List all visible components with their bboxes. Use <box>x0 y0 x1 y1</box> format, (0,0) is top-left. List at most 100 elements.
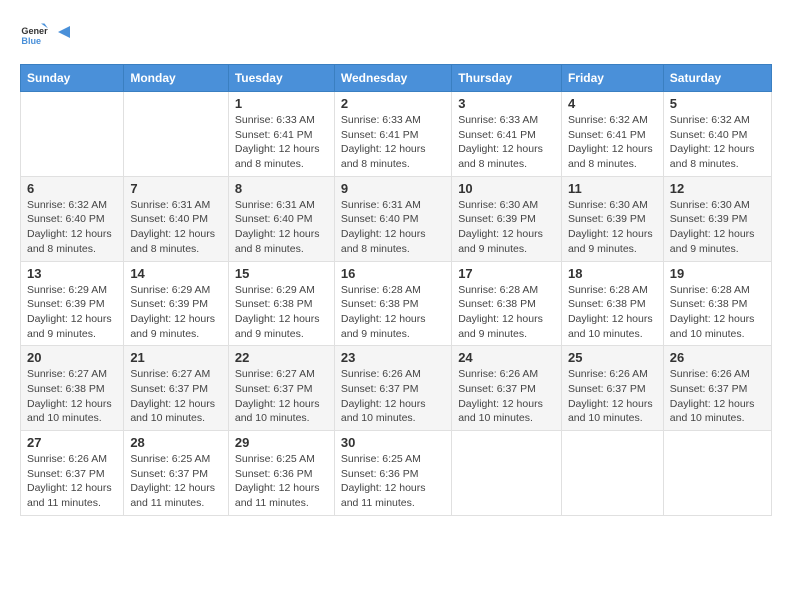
svg-text:General: General <box>21 26 48 36</box>
column-header-monday: Monday <box>124 65 229 92</box>
calendar-cell: 12 Sunrise: 6:30 AM Sunset: 6:39 PM Dayli… <box>663 176 771 261</box>
day-info: Sunrise: 6:31 AM Sunset: 6:40 PM Dayligh… <box>130 198 222 257</box>
day-info: Sunrise: 6:26 AM Sunset: 6:37 PM Dayligh… <box>670 367 765 426</box>
calendar-cell: 18 Sunrise: 6:28 AM Sunset: 6:38 PM Dayli… <box>561 261 663 346</box>
day-number: 16 <box>341 266 445 281</box>
day-number: 12 <box>670 181 765 196</box>
calendar-cell: 28 Sunrise: 6:25 AM Sunset: 6:37 PM Dayli… <box>124 431 229 516</box>
column-header-tuesday: Tuesday <box>228 65 334 92</box>
day-info: Sunrise: 6:33 AM Sunset: 6:41 PM Dayligh… <box>341 113 445 172</box>
calendar-week-row: 6 Sunrise: 6:32 AM Sunset: 6:40 PM Daylig… <box>21 176 772 261</box>
day-number: 3 <box>458 96 555 111</box>
day-info: Sunrise: 6:29 AM Sunset: 6:38 PM Dayligh… <box>235 283 328 342</box>
day-number: 17 <box>458 266 555 281</box>
day-number: 27 <box>27 435 117 450</box>
day-number: 26 <box>670 350 765 365</box>
calendar-week-row: 1Sunrise: 6:33 AM Sunset: 6:41 PM Daylig… <box>21 92 772 177</box>
calendar-cell: 26 Sunrise: 6:26 AM Sunset: 6:37 PM Dayli… <box>663 346 771 431</box>
day-info: Sunrise: 6:26 AM Sunset: 6:37 PM Dayligh… <box>341 367 445 426</box>
day-number: 24 <box>458 350 555 365</box>
column-header-thursday: Thursday <box>452 65 562 92</box>
day-info: Sunrise: 6:28 AM Sunset: 6:38 PM Dayligh… <box>341 283 445 342</box>
day-number: 8 <box>235 181 328 196</box>
day-number: 5 <box>670 96 765 111</box>
day-number: 13 <box>27 266 117 281</box>
day-number: 28 <box>130 435 222 450</box>
column-header-saturday: Saturday <box>663 65 771 92</box>
day-info: Sunrise: 6:26 AM Sunset: 6:37 PM Dayligh… <box>568 367 657 426</box>
day-info: Sunrise: 6:30 AM Sunset: 6:39 PM Dayligh… <box>568 198 657 257</box>
calendar-cell: 4 Sunrise: 6:32 AM Sunset: 6:41 PM Daylig… <box>561 92 663 177</box>
calendar-cell: 23 Sunrise: 6:26 AM Sunset: 6:37 PM Dayli… <box>334 346 451 431</box>
calendar-cell <box>561 431 663 516</box>
day-info: Sunrise: 6:28 AM Sunset: 6:38 PM Dayligh… <box>568 283 657 342</box>
column-header-friday: Friday <box>561 65 663 92</box>
day-info: Sunrise: 6:32 AM Sunset: 6:41 PM Dayligh… <box>568 113 657 172</box>
calendar-cell: 30Sunrise: 6:25 AM Sunset: 6:36 PM Dayli… <box>334 431 451 516</box>
day-info: Sunrise: 6:30 AM Sunset: 6:39 PM Dayligh… <box>670 198 765 257</box>
column-header-sunday: Sunday <box>21 65 124 92</box>
calendar-cell: 16 Sunrise: 6:28 AM Sunset: 6:38 PM Dayli… <box>334 261 451 346</box>
calendar-cell: 24 Sunrise: 6:26 AM Sunset: 6:37 PM Dayli… <box>452 346 562 431</box>
day-number: 22 <box>235 350 328 365</box>
day-info: Sunrise: 6:29 AM Sunset: 6:39 PM Dayligh… <box>130 283 222 342</box>
calendar-cell: 2 Sunrise: 6:33 AM Sunset: 6:41 PM Daylig… <box>334 92 451 177</box>
calendar-cell: 10 Sunrise: 6:30 AM Sunset: 6:39 PM Dayli… <box>452 176 562 261</box>
day-info: Sunrise: 6:29 AM Sunset: 6:39 PM Dayligh… <box>27 283 117 342</box>
calendar-cell: 9 Sunrise: 6:31 AM Sunset: 6:40 PM Daylig… <box>334 176 451 261</box>
calendar-cell: 11 Sunrise: 6:30 AM Sunset: 6:39 PM Dayli… <box>561 176 663 261</box>
calendar-cell: 5 Sunrise: 6:32 AM Sunset: 6:40 PM Daylig… <box>663 92 771 177</box>
calendar-cell: 15Sunrise: 6:29 AM Sunset: 6:38 PM Dayli… <box>228 261 334 346</box>
calendar-cell <box>452 431 562 516</box>
calendar-cell <box>21 92 124 177</box>
day-info: Sunrise: 6:32 AM Sunset: 6:40 PM Dayligh… <box>670 113 765 172</box>
day-number: 19 <box>670 266 765 281</box>
calendar-cell: 14Sunrise: 6:29 AM Sunset: 6:39 PM Dayli… <box>124 261 229 346</box>
day-info: Sunrise: 6:25 AM Sunset: 6:36 PM Dayligh… <box>235 452 328 511</box>
logo: General Blue <box>20 20 72 48</box>
day-number: 11 <box>568 181 657 196</box>
day-info: Sunrise: 6:27 AM Sunset: 6:37 PM Dayligh… <box>130 367 222 426</box>
calendar-cell <box>663 431 771 516</box>
calendar-cell: 29 Sunrise: 6:25 AM Sunset: 6:36 PM Dayli… <box>228 431 334 516</box>
day-info: Sunrise: 6:27 AM Sunset: 6:38 PM Dayligh… <box>27 367 117 426</box>
calendar-cell: 19 Sunrise: 6:28 AM Sunset: 6:38 PM Dayli… <box>663 261 771 346</box>
day-info: Sunrise: 6:32 AM Sunset: 6:40 PM Dayligh… <box>27 198 117 257</box>
day-number: 4 <box>568 96 657 111</box>
day-number: 23 <box>341 350 445 365</box>
calendar-week-row: 20Sunrise: 6:27 AM Sunset: 6:38 PM Dayli… <box>21 346 772 431</box>
day-info: Sunrise: 6:30 AM Sunset: 6:39 PM Dayligh… <box>458 198 555 257</box>
calendar-header-row: SundayMondayTuesdayWednesdayThursdayFrid… <box>21 65 772 92</box>
day-info: Sunrise: 6:31 AM Sunset: 6:40 PM Dayligh… <box>341 198 445 257</box>
day-info: Sunrise: 6:28 AM Sunset: 6:38 PM Dayligh… <box>670 283 765 342</box>
logo-icon: General Blue <box>20 20 48 48</box>
day-number: 6 <box>27 181 117 196</box>
calendar-cell: 17 Sunrise: 6:28 AM Sunset: 6:38 PM Dayli… <box>452 261 562 346</box>
day-number: 21 <box>130 350 222 365</box>
calendar-cell: 13 Sunrise: 6:29 AM Sunset: 6:39 PM Dayli… <box>21 261 124 346</box>
calendar-cell: 7 Sunrise: 6:31 AM Sunset: 6:40 PM Daylig… <box>124 176 229 261</box>
day-number: 7 <box>130 181 222 196</box>
day-number: 10 <box>458 181 555 196</box>
day-number: 2 <box>341 96 445 111</box>
day-info: Sunrise: 6:31 AM Sunset: 6:40 PM Dayligh… <box>235 198 328 257</box>
day-number: 9 <box>341 181 445 196</box>
day-info: Sunrise: 6:33 AM Sunset: 6:41 PM Dayligh… <box>458 113 555 172</box>
day-info: Sunrise: 6:25 AM Sunset: 6:37 PM Dayligh… <box>130 452 222 511</box>
calendar-cell: 6 Sunrise: 6:32 AM Sunset: 6:40 PM Daylig… <box>21 176 124 261</box>
day-info: Sunrise: 6:25 AM Sunset: 6:36 PM Dayligh… <box>341 452 445 511</box>
calendar-cell: 21 Sunrise: 6:27 AM Sunset: 6:37 PM Dayli… <box>124 346 229 431</box>
calendar-cell: 25 Sunrise: 6:26 AM Sunset: 6:37 PM Dayli… <box>561 346 663 431</box>
day-info: Sunrise: 6:26 AM Sunset: 6:37 PM Dayligh… <box>27 452 117 511</box>
day-number: 18 <box>568 266 657 281</box>
day-info: Sunrise: 6:26 AM Sunset: 6:37 PM Dayligh… <box>458 367 555 426</box>
day-info: Sunrise: 6:33 AM Sunset: 6:41 PM Dayligh… <box>235 113 328 172</box>
calendar-cell: 27 Sunrise: 6:26 AM Sunset: 6:37 PM Dayli… <box>21 431 124 516</box>
logo-arrow-icon <box>56 24 72 40</box>
calendar-cell <box>124 92 229 177</box>
calendar-table: SundayMondayTuesdayWednesdayThursdayFrid… <box>20 64 772 516</box>
day-number: 29 <box>235 435 328 450</box>
day-number: 25 <box>568 350 657 365</box>
day-info: Sunrise: 6:28 AM Sunset: 6:38 PM Dayligh… <box>458 283 555 342</box>
calendar-cell: 1Sunrise: 6:33 AM Sunset: 6:41 PM Daylig… <box>228 92 334 177</box>
